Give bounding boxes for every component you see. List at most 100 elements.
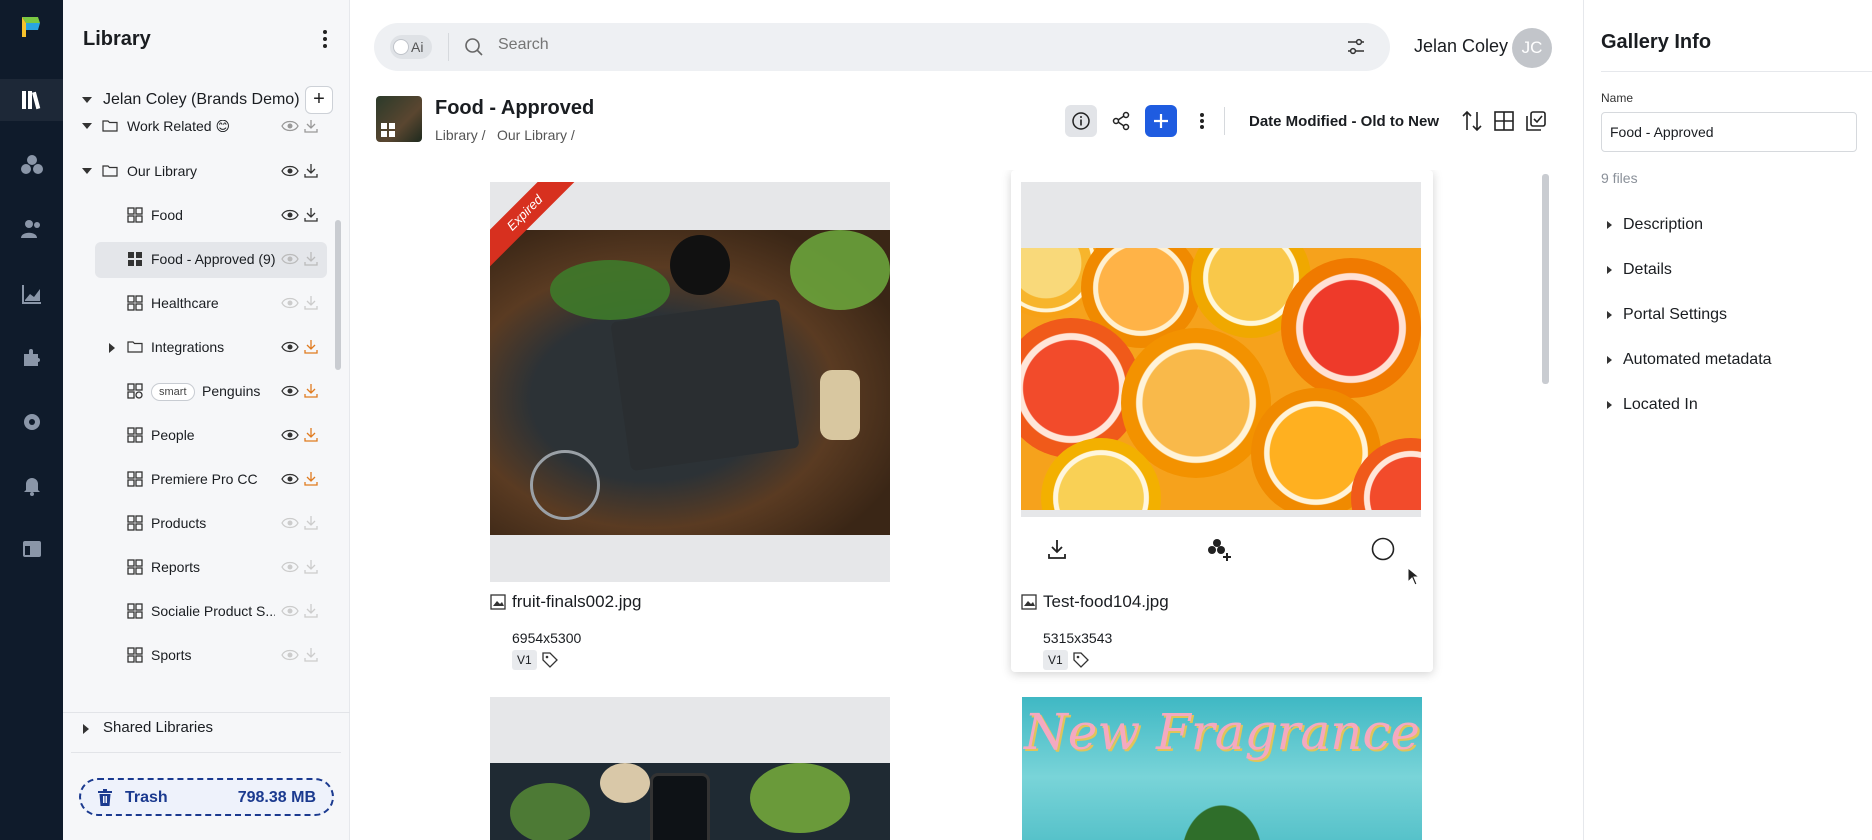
grid-scrollbar[interactable] bbox=[1542, 174, 1549, 384]
asset-card[interactable] bbox=[490, 697, 890, 840]
tree-item-integrations[interactable]: Integrations bbox=[63, 329, 350, 367]
download-icon[interactable] bbox=[303, 427, 319, 443]
tree-item-products[interactable]: Products bbox=[63, 505, 350, 543]
library-icon[interactable] bbox=[0, 79, 63, 121]
tree-item-food-approved[interactable]: Food - Approved (9) bbox=[63, 241, 350, 279]
analytics-icon[interactable] bbox=[19, 281, 45, 307]
eye-icon[interactable] bbox=[281, 296, 299, 310]
assets-icon[interactable] bbox=[19, 152, 45, 178]
download-icon[interactable] bbox=[303, 339, 319, 355]
version-badge[interactable]: V1 bbox=[512, 650, 537, 670]
tree-item-sports[interactable]: Sports bbox=[63, 637, 350, 675]
download-icon[interactable] bbox=[303, 603, 319, 619]
sort-dropdown[interactable]: Date Modified - Old to New bbox=[1249, 113, 1439, 130]
breadcrumb-library[interactable]: Library / bbox=[435, 127, 486, 143]
chevron-right-icon bbox=[1607, 356, 1612, 364]
tree-item-label: Sports bbox=[151, 647, 192, 663]
eye-icon[interactable] bbox=[281, 560, 299, 574]
download-icon[interactable] bbox=[1045, 537, 1069, 561]
eye-icon[interactable] bbox=[281, 164, 299, 178]
gallery-thumbnail bbox=[376, 96, 422, 142]
filter-icon[interactable] bbox=[1346, 37, 1366, 57]
app-logo-icon[interactable] bbox=[18, 14, 44, 40]
asset-card[interactable]: New Fragrance bbox=[1022, 697, 1422, 840]
tree-scrollbar[interactable] bbox=[335, 220, 341, 370]
users-icon[interactable] bbox=[19, 216, 45, 242]
settings-icon[interactable] bbox=[19, 409, 45, 435]
eye-icon[interactable] bbox=[281, 516, 299, 530]
select-all-icon[interactable] bbox=[1523, 108, 1549, 134]
grid-view-icon[interactable] bbox=[1491, 108, 1517, 134]
tree-item-healthcare[interactable]: Healthcare bbox=[63, 285, 350, 323]
tree-item-reports[interactable]: Reports bbox=[63, 549, 350, 587]
eye-icon[interactable] bbox=[281, 340, 299, 354]
trash-button[interactable]: Trash 798.38 MB bbox=[79, 778, 334, 816]
chevron-down-icon[interactable] bbox=[82, 97, 92, 103]
version-badge[interactable]: V1 bbox=[1043, 650, 1068, 670]
eye-icon[interactable] bbox=[281, 120, 299, 133]
shared-libraries-row[interactable]: Shared Libraries bbox=[63, 712, 350, 740]
eye-icon[interactable] bbox=[281, 472, 299, 486]
add-to-collection-icon[interactable] bbox=[1207, 537, 1233, 563]
download-icon[interactable] bbox=[303, 163, 319, 179]
download-icon[interactable] bbox=[303, 559, 319, 575]
tree-item-label: Food bbox=[151, 207, 183, 223]
download-icon[interactable] bbox=[303, 471, 319, 487]
download-icon[interactable] bbox=[303, 120, 319, 134]
avatar[interactable]: JC bbox=[1512, 28, 1552, 68]
sort-direction-icon[interactable] bbox=[1459, 108, 1485, 134]
chevron-right-icon[interactable] bbox=[83, 724, 89, 734]
eye-icon[interactable] bbox=[281, 208, 299, 222]
notifications-icon[interactable] bbox=[19, 472, 45, 498]
library-owner-row[interactable]: Jelan Coley (Brands Demo) + bbox=[63, 84, 350, 116]
chevron-down-icon[interactable] bbox=[82, 123, 92, 129]
asset-filename[interactable]: Test-food104.jpg bbox=[1043, 592, 1169, 612]
breadcrumb-our-library[interactable]: Our Library / bbox=[497, 127, 575, 143]
asset-filename[interactable]: fruit-finals002.jpg bbox=[512, 592, 641, 612]
download-icon[interactable] bbox=[303, 647, 319, 663]
asset-thumbnail[interactable] bbox=[490, 697, 890, 840]
tree-item-food[interactable]: Food bbox=[63, 197, 350, 235]
library-menu-icon[interactable] bbox=[319, 28, 331, 50]
share-button[interactable] bbox=[1105, 105, 1137, 137]
asset-thumbnail[interactable]: Expired bbox=[490, 182, 890, 582]
user-name[interactable]: Jelan Coley bbox=[1414, 36, 1508, 57]
asset-thumbnail[interactable]: New Fragrance bbox=[1022, 697, 1422, 840]
chevron-right-icon bbox=[1607, 401, 1612, 409]
tree-item-socialie-product[interactable]: Socialie Product S... bbox=[63, 593, 350, 631]
eye-icon[interactable] bbox=[281, 604, 299, 618]
add-button[interactable] bbox=[1145, 105, 1177, 137]
add-library-button[interactable]: + bbox=[305, 86, 333, 114]
gallery-name-field[interactable]: Food - Approved bbox=[1601, 112, 1857, 152]
eye-icon[interactable] bbox=[281, 428, 299, 442]
ai-toggle[interactable]: Ai bbox=[390, 35, 432, 59]
tag-icon[interactable] bbox=[542, 652, 558, 668]
download-icon[interactable] bbox=[303, 515, 319, 531]
tag-icon[interactable] bbox=[1073, 652, 1089, 668]
tree-item-people[interactable]: People bbox=[63, 417, 350, 455]
asset-card-hovered[interactable]: Test-food104.jpg 5315x3543 V1 bbox=[1011, 170, 1433, 672]
chevron-down-icon[interactable] bbox=[82, 168, 92, 174]
download-icon[interactable] bbox=[303, 207, 319, 223]
download-icon[interactable] bbox=[303, 295, 319, 311]
tree-item-label: Food - Approved (9) bbox=[151, 251, 276, 267]
eye-icon[interactable] bbox=[281, 648, 299, 662]
tree-item-folder[interactable]: Work Related 😊 bbox=[63, 120, 350, 146]
info-button[interactable] bbox=[1065, 105, 1097, 137]
tree-item-penguins[interactable]: smart Penguins bbox=[63, 373, 350, 411]
integrations-icon[interactable] bbox=[19, 345, 45, 371]
eye-icon[interactable] bbox=[281, 252, 299, 266]
image-file-icon bbox=[1021, 594, 1037, 610]
select-checkbox-icon[interactable] bbox=[1371, 537, 1395, 561]
tree-item-our-library[interactable]: Our Library bbox=[63, 153, 350, 191]
portals-icon[interactable] bbox=[19, 536, 45, 562]
asset-card[interactable]: Expired fruit-finals002.jpg 6954x5300 V1 bbox=[490, 182, 890, 682]
download-icon[interactable] bbox=[303, 251, 319, 267]
tree-item-premiere-pro-cc[interactable]: Premiere Pro CC bbox=[63, 461, 350, 499]
more-options-button[interactable] bbox=[1186, 105, 1218, 137]
eye-icon[interactable] bbox=[281, 384, 299, 398]
search-input[interactable] bbox=[498, 36, 1198, 54]
chevron-right-icon[interactable] bbox=[109, 343, 115, 353]
download-icon[interactable] bbox=[303, 383, 319, 399]
fragrance-photo-image bbox=[1152, 767, 1292, 840]
